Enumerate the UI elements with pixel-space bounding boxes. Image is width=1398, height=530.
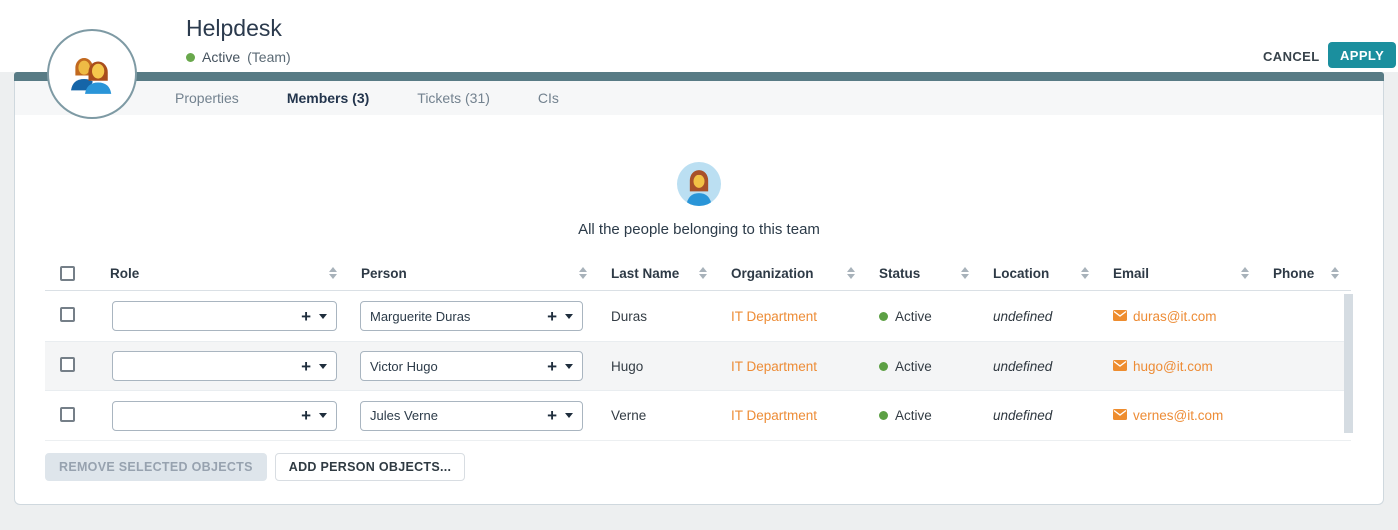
status-context: (Team): [247, 49, 291, 65]
location-cell: undefined: [981, 309, 1101, 324]
add-icon[interactable]: +: [547, 308, 557, 325]
row-checkbox[interactable]: [60, 307, 75, 322]
chevron-down-icon[interactable]: [565, 413, 573, 418]
organization-link[interactable]: IT Department: [731, 309, 817, 324]
organization-link[interactable]: IT Department: [731, 359, 817, 374]
sort-icon[interactable]: [1241, 267, 1249, 279]
location-cell: undefined: [981, 359, 1101, 374]
tab-tickets[interactable]: Tickets (31): [417, 90, 490, 106]
status-dot-icon: [879, 312, 888, 321]
role-select[interactable]: +: [112, 301, 337, 331]
members-description: All the people belonging to this team: [15, 221, 1383, 238]
person-icon: [677, 162, 721, 211]
row-checkbox[interactable]: [60, 407, 75, 422]
brand-bar: [14, 72, 1384, 81]
column-email: Email: [1113, 266, 1149, 281]
last-name-cell: Duras: [599, 309, 719, 324]
email-icon: [1113, 359, 1127, 374]
remove-selected-button[interactable]: REMOVE SELECTED OBJECTS: [45, 453, 267, 481]
chevron-down-icon[interactable]: [319, 314, 327, 319]
footer-actions: REMOVE SELECTED OBJECTS ADD PERSON OBJEC…: [45, 453, 465, 481]
email-link[interactable]: vernes@it.com: [1133, 408, 1223, 423]
sort-icon[interactable]: [961, 267, 969, 279]
sort-icon[interactable]: [1081, 267, 1089, 279]
email-link[interactable]: duras@it.com: [1133, 309, 1216, 324]
status-dot-icon: [879, 362, 888, 371]
cancel-button[interactable]: CANCEL: [1263, 47, 1320, 65]
column-organization: Organization: [731, 266, 814, 281]
chevron-down-icon[interactable]: [319, 413, 327, 418]
table-row: + Victor Hugo+ Hugo IT Department Active…: [45, 341, 1351, 391]
sort-icon[interactable]: [847, 267, 855, 279]
last-name-cell: Verne: [599, 408, 719, 423]
status-line: Active (Team): [186, 49, 291, 65]
role-select[interactable]: +: [112, 401, 337, 431]
add-icon[interactable]: +: [547, 407, 557, 424]
column-status: Status: [879, 266, 920, 281]
add-icon[interactable]: +: [301, 407, 311, 424]
main-panel: Properties Members (3) Tickets (31) CIs …: [14, 81, 1384, 505]
status-dot-icon: [186, 53, 195, 62]
add-icon[interactable]: +: [301, 358, 311, 375]
sort-icon[interactable]: [699, 267, 707, 279]
add-person-button[interactable]: ADD PERSON OBJECTS...: [275, 453, 466, 481]
chevron-down-icon[interactable]: [319, 364, 327, 369]
table-header-row: Role Person Last Name Organization Statu…: [45, 256, 1351, 291]
members-table: Role Person Last Name Organization Statu…: [45, 256, 1351, 441]
last-name-cell: Hugo: [599, 359, 719, 374]
team-avatar: [47, 29, 137, 119]
role-select[interactable]: +: [112, 351, 337, 381]
status-label: Active: [202, 49, 240, 65]
column-last-name: Last Name: [611, 266, 679, 281]
table-row: + Marguerite Duras+ Duras IT Department …: [45, 291, 1351, 341]
tab-properties[interactable]: Properties: [175, 90, 239, 106]
team-icon: [64, 44, 120, 105]
add-icon[interactable]: +: [301, 308, 311, 325]
table-scrollbar-thumb[interactable]: [1344, 294, 1353, 433]
status-value: Active: [895, 359, 932, 374]
column-person: Person: [361, 266, 407, 281]
location-cell: undefined: [981, 408, 1101, 423]
email-link[interactable]: hugo@it.com: [1133, 359, 1213, 374]
person-select[interactable]: Jules Verne+: [360, 401, 583, 431]
tab-members[interactable]: Members (3): [287, 90, 369, 106]
email-icon: [1113, 309, 1127, 324]
add-icon[interactable]: +: [547, 358, 557, 375]
column-location: Location: [993, 266, 1049, 281]
organization-link[interactable]: IT Department: [731, 408, 817, 423]
column-phone: Phone: [1273, 266, 1314, 281]
chevron-down-icon[interactable]: [565, 364, 573, 369]
sort-icon[interactable]: [329, 267, 337, 279]
page-title: Helpdesk: [186, 15, 282, 42]
status-value: Active: [895, 309, 932, 324]
status-value: Active: [895, 408, 932, 423]
apply-button[interactable]: APPLY: [1328, 42, 1396, 68]
column-role: Role: [110, 266, 139, 281]
email-icon: [1113, 408, 1127, 423]
person-select[interactable]: Victor Hugo+: [360, 351, 583, 381]
chevron-down-icon[interactable]: [565, 314, 573, 319]
sort-icon[interactable]: [579, 267, 587, 279]
status-dot-icon: [879, 411, 888, 420]
tab-strip: Properties Members (3) Tickets (31) CIs: [15, 81, 1383, 115]
table-row: + Jules Verne+ Verne IT Department Activ…: [45, 391, 1351, 441]
row-checkbox[interactable]: [60, 357, 75, 372]
tab-cis[interactable]: CIs: [538, 90, 559, 106]
select-all-checkbox[interactable]: [60, 266, 75, 281]
sort-icon[interactable]: [1331, 267, 1339, 279]
person-select[interactable]: Marguerite Duras+: [360, 301, 583, 331]
